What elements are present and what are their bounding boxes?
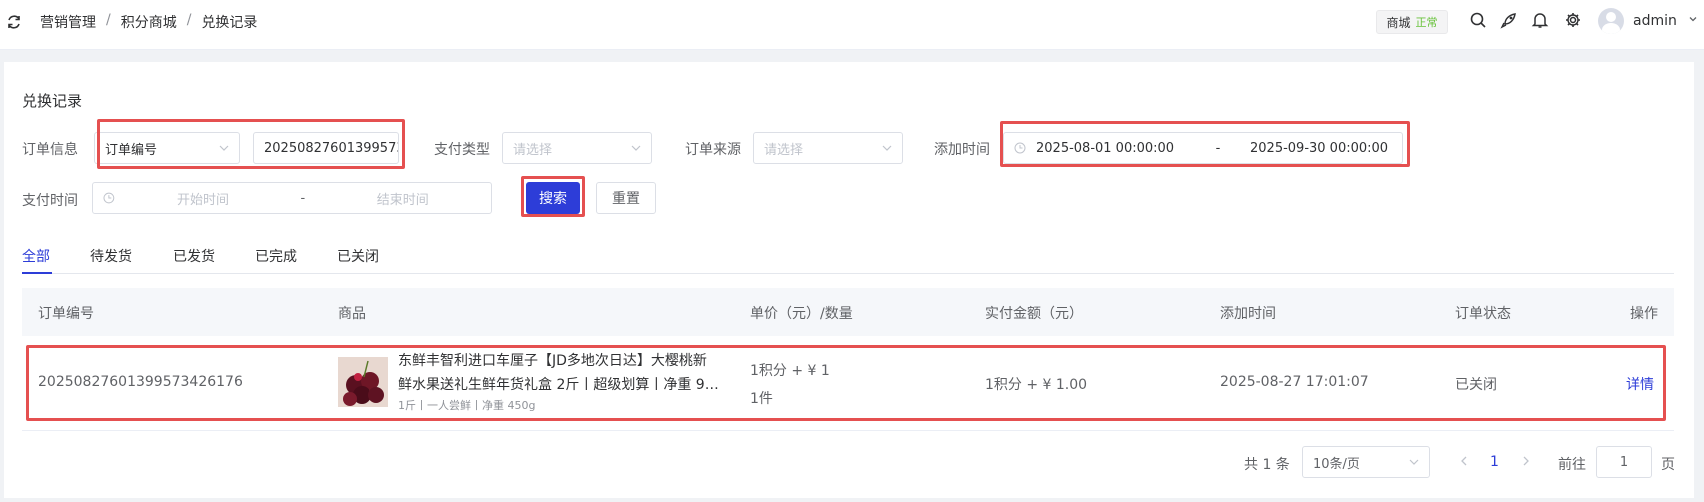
gear-icon[interactable] (1564, 11, 1582, 29)
chevron-down-icon[interactable] (1688, 14, 1698, 24)
avatar[interactable] (1598, 8, 1624, 34)
highlight-order-filter (97, 119, 405, 169)
chevron-right-icon[interactable] (1520, 455, 1532, 467)
pay-time-end[interactable]: 结束时间 (324, 189, 481, 208)
column-header: 操作 (1630, 306, 1658, 322)
pay-type-select[interactable]: 请选择 (502, 132, 652, 164)
column-header: 商品 (338, 306, 366, 322)
column-header: 实付金额（元） (985, 306, 1083, 322)
store-tag-label: 商城 (1386, 15, 1411, 30)
pay-time-start[interactable]: 开始时间 (125, 189, 282, 208)
page-size-value: 10条/页 (1313, 456, 1360, 472)
table-header: 订单编号 商品 单价（元）/数量 实付金额（元） 添加时间 订单状态 操作 (22, 288, 1674, 336)
tab-all[interactable]: 全部 (22, 246, 50, 266)
breadcrumb-separator: / (106, 12, 111, 28)
status-tabs: 全部 待发货 已发货 已完成 已关闭 (22, 240, 1674, 274)
store-tag-status: 正常 (1415, 16, 1438, 29)
breadcrumb-separator: / (186, 12, 192, 28)
refresh-icon[interactable] (6, 14, 22, 30)
breadcrumb-item-current: 兑换记录 (201, 15, 258, 31)
goto-page-value: 1 (1619, 454, 1629, 470)
tab-shipped[interactable]: 已发货 (173, 246, 215, 266)
tab-closed[interactable]: 已关闭 (337, 246, 379, 266)
order-source-select[interactable]: 请选择 (753, 132, 903, 164)
column-header: 订单状态 (1455, 306, 1511, 322)
order-info-label: 订单信息 (22, 142, 78, 158)
pagination-total: 共 1 条 (1244, 457, 1290, 473)
clock-icon (103, 192, 115, 204)
add-time-label: 添加时间 (934, 142, 990, 158)
breadcrumb-item[interactable]: 营销管理 (40, 12, 96, 32)
goto-label: 前往 (1558, 457, 1586, 473)
column-header: 单价（元）/数量 (750, 306, 853, 322)
store-status-tag[interactable]: 商城 正常 (1376, 10, 1448, 34)
page-unit-label: 页 (1661, 457, 1675, 473)
active-tab-indicator (22, 272, 52, 274)
chevron-down-icon (631, 145, 641, 151)
column-header: 订单编号 (38, 306, 94, 322)
highlight-table-row (26, 345, 1666, 421)
pay-time-range-picker[interactable]: 开始时间 - 结束时间 (92, 182, 492, 214)
order-source-label: 订单来源 (685, 142, 741, 158)
breadcrumb: 营销管理 / 积分商城 / 兑换记录 (40, 12, 257, 32)
page-number-current[interactable]: 1 (1490, 454, 1499, 470)
goto-page-input[interactable]: 1 (1596, 446, 1652, 478)
username[interactable]: admin (1633, 13, 1677, 29)
chevron-down-icon (1409, 459, 1419, 465)
tab-completed[interactable]: 已完成 (255, 246, 297, 266)
pay-time-separator: - (300, 190, 306, 206)
search-icon[interactable] (1469, 11, 1487, 29)
order-source-placeholder: 请选择 (764, 142, 804, 158)
bell-icon[interactable] (1531, 11, 1549, 29)
tab-pending-shipment[interactable]: 待发货 (90, 246, 132, 266)
top-bar: 营销管理 / 积分商城 / 兑换记录 商城 正常 admin (0, 0, 1704, 50)
chevron-down-icon (882, 145, 892, 151)
pay-type-placeholder: 请选择 (513, 142, 553, 158)
chevron-left-icon[interactable] (1458, 455, 1470, 467)
reset-button[interactable]: 重置 (596, 182, 656, 214)
highlight-search-button (521, 176, 585, 217)
rocket-icon[interactable] (1500, 11, 1518, 29)
page-size-select[interactable]: 10条/页 (1302, 446, 1430, 478)
page-title: 兑换记录 (22, 92, 83, 110)
breadcrumb-item[interactable]: 积分商城 (121, 12, 177, 32)
highlight-add-time (1000, 121, 1410, 167)
column-header: 添加时间 (1220, 306, 1276, 322)
pay-type-label: 支付类型 (434, 142, 490, 158)
pay-time-label: 支付时间 (22, 193, 78, 209)
